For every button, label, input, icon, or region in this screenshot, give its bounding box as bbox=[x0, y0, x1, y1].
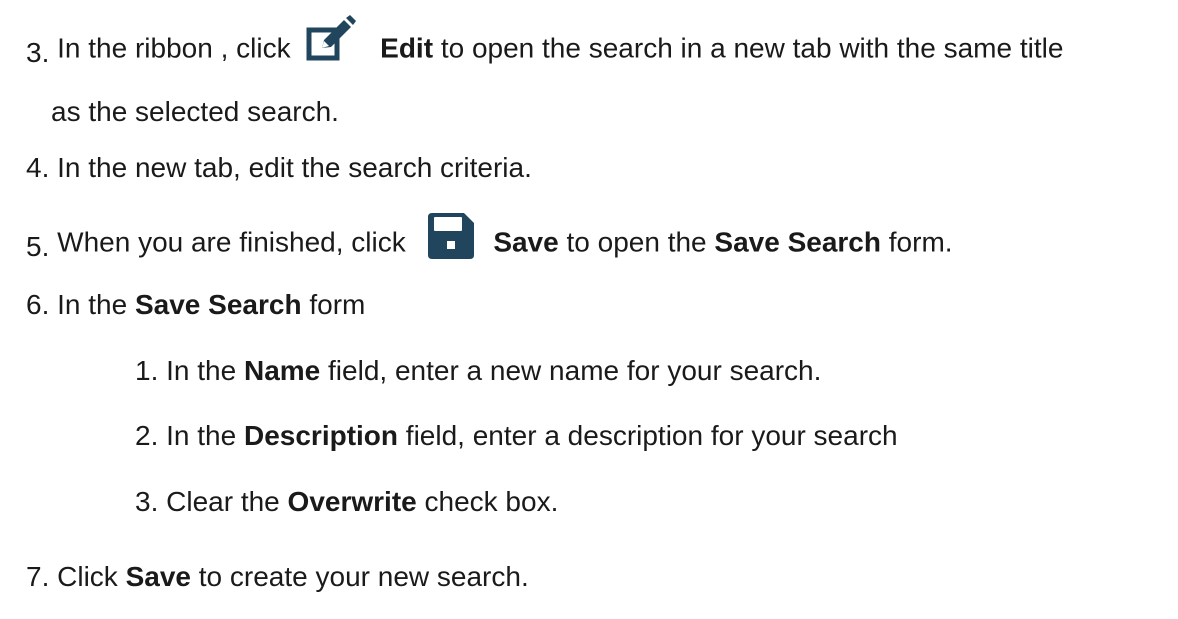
save-keyword: Save bbox=[125, 561, 191, 592]
step-number: 4. bbox=[26, 152, 50, 183]
step-text: In the new tab, edit the search criteria… bbox=[57, 152, 532, 183]
step-text: to open the search in a new tab with the… bbox=[440, 32, 1064, 64]
substep-text: field, enter a new name for your search. bbox=[328, 355, 822, 386]
step-text: as the selected search. bbox=[51, 96, 339, 127]
save-search-keyword: Save Search bbox=[134, 289, 302, 320]
step-text: When you are finished, click bbox=[57, 226, 406, 258]
substep-text: Clear the bbox=[166, 486, 280, 517]
step-4: 4. In the new tab, edit the search crite… bbox=[26, 148, 532, 188]
save-icon bbox=[427, 213, 474, 259]
overwrite-keyword: Overwrite bbox=[287, 486, 417, 517]
description-keyword: Description bbox=[243, 420, 399, 451]
edit-keyword: Edit bbox=[380, 32, 434, 64]
step-text: Click bbox=[57, 561, 118, 592]
step-5: 5. When you are finished, click Save to … bbox=[26, 213, 953, 267]
edit-icon bbox=[306, 15, 357, 61]
substep-text: In the bbox=[166, 355, 237, 386]
step-text: form bbox=[309, 289, 366, 320]
step-text: In the bbox=[57, 289, 128, 320]
step-text: to open the bbox=[566, 226, 707, 258]
substep-number: 1. bbox=[135, 355, 159, 386]
substep-3: 3. Clear the Overwrite check box. bbox=[135, 482, 558, 522]
step-3-continuation: as the selected search. bbox=[51, 92, 339, 132]
step-3: 3. In the ribbon , click Edit to open th… bbox=[26, 15, 1064, 73]
step-6: 6. In the Save Search form bbox=[26, 285, 365, 325]
substep-1: 1. In the Name field, enter a new name f… bbox=[135, 351, 821, 391]
save-search-keyword: Save Search bbox=[714, 226, 881, 258]
substep-number: 3. bbox=[135, 486, 159, 517]
step-number: 6. bbox=[26, 289, 50, 320]
step-text: form. bbox=[888, 226, 953, 258]
substep-number: 2. bbox=[135, 420, 159, 451]
substep-text: check box. bbox=[424, 486, 559, 517]
step-text: In the ribbon , click bbox=[57, 32, 291, 64]
step-number: 7. bbox=[26, 561, 50, 592]
step-number: 3. bbox=[26, 37, 50, 69]
step-text: to create your new search. bbox=[198, 561, 529, 592]
substep-text: field, enter a description for your sear… bbox=[405, 420, 898, 451]
substep-2: 2. In the Description field, enter a des… bbox=[135, 416, 898, 456]
name-keyword: Name bbox=[243, 355, 321, 386]
step-number: 5. bbox=[26, 231, 50, 263]
save-keyword: Save bbox=[493, 226, 559, 258]
step-7: 7. Click Save to create your new search. bbox=[26, 557, 529, 597]
substep-text: In the bbox=[166, 420, 237, 451]
